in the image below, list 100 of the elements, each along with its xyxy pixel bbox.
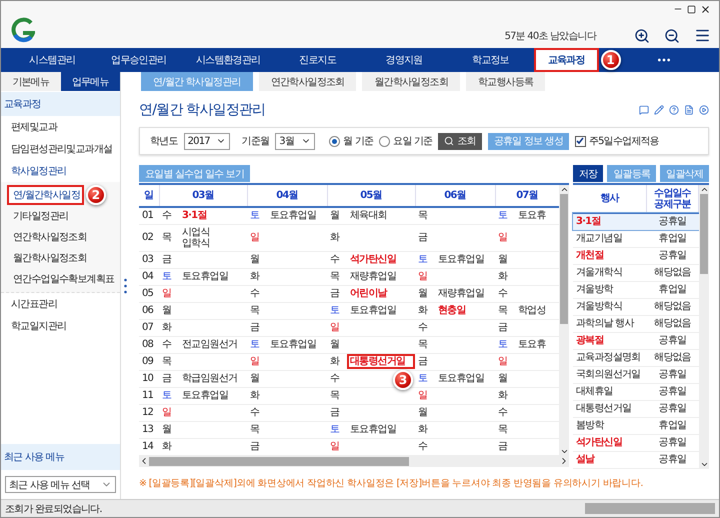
play-icon[interactable] — [699, 105, 709, 115]
content-tab[interactable]: 월간학사일정조회 — [362, 72, 460, 91]
event-cell[interactable]: 석가탄신일 — [347, 252, 415, 267]
scrollbar-thumb[interactable] — [700, 194, 708, 274]
nav-tab[interactable]: 교육과정 — [534, 48, 599, 72]
event-cell[interactable]: 학업성 — [515, 303, 559, 318]
scrollbar-thumb[interactable] — [560, 194, 568, 324]
weekday-cell: 수 — [415, 438, 435, 455]
scroll-up-icon[interactable] — [700, 185, 708, 194]
nav-tab[interactable]: 시스템환경관리 — [182, 48, 274, 72]
event-row[interactable]: 겨울방학식 해당없음 — [573, 298, 698, 315]
event-row[interactable]: 봄방학 휴업일 — [573, 417, 698, 434]
sidebar-subitem[interactable]: 기타일정관리 — [7, 206, 72, 226]
month-label: 기준월 — [242, 135, 270, 148]
comment-icon[interactable] — [639, 105, 649, 115]
event-row[interactable]: 광복절 공휴일 — [573, 332, 698, 349]
weekday-cell: 목 — [247, 302, 267, 319]
radio-button[interactable] — [379, 136, 390, 146]
weekday-cell: 토 — [247, 207, 267, 224]
pencil-icon[interactable] — [654, 105, 664, 115]
weekday-cell: 수 — [247, 404, 267, 421]
nav-tab[interactable]: 학교정보 — [458, 48, 523, 72]
event-cell[interactable]: 토요휴업일 — [179, 388, 247, 403]
scrollbar[interactable] — [559, 185, 569, 456]
event-cell[interactable]: 체육대회 — [347, 208, 415, 224]
event-name-cell: 겨울방학 — [573, 281, 646, 298]
weekday-cell: 수 — [327, 251, 347, 268]
scrollbar[interactable] — [585, 503, 715, 514]
close-icon[interactable] — [700, 4, 711, 14]
sidebar-tab[interactable]: 업무메뉴 — [60, 72, 120, 91]
month-select[interactable]: 3월 — [275, 132, 316, 150]
event-row[interactable]: 석가탄신일 공휴일 — [573, 434, 698, 451]
sidebar-item[interactable]: 학사일정관리 — [1, 160, 120, 182]
sidebar-item[interactable]: 학교일지관리 — [1, 315, 120, 337]
event-cell[interactable]: 시업식 입학식 — [179, 224, 247, 250]
sidebar-subitem[interactable]: 월간학사일정조회 — [7, 248, 91, 268]
sidebar-item[interactable]: 담임편성관리및교과개설 — [1, 138, 120, 160]
event-row[interactable]: 겨울개학식 해당없음 — [573, 264, 698, 281]
sidebar-subitem[interactable]: 연간수업일수확보계획표 — [7, 269, 118, 289]
event-cell[interactable]: 재량휴업일 — [435, 286, 495, 301]
nav-tab[interactable]: 경영지원 — [372, 48, 436, 72]
event-cell[interactable]: 토요휴업일 — [435, 252, 495, 267]
nav-tab[interactable]: 업무승인관리 — [97, 48, 180, 72]
nav-tab[interactable]: 시스템관리 — [15, 48, 90, 72]
sidebar-tab[interactable]: 기본메뉴 — [1, 72, 60, 91]
radio-button[interactable] — [329, 136, 340, 146]
weekday-cell: 목 — [159, 353, 179, 370]
weekday-cell: 목 — [159, 224, 179, 251]
document-icon[interactable] — [684, 105, 694, 115]
event-row[interactable]: 3·1절 공휴일 — [573, 213, 698, 230]
event-row[interactable]: 대통령선거일 공휴일 — [573, 400, 698, 417]
event-cell[interactable]: 현충일 — [435, 303, 495, 318]
scroll-up-icon[interactable] — [560, 185, 568, 194]
event-cell[interactable]: 토요휴업일 — [347, 303, 415, 318]
event-cell[interactable]: 토요휴업일 — [435, 371, 495, 386]
event-cell[interactable]: 3·1절 — [179, 208, 247, 224]
event-cell[interactable]: 토요휴 — [515, 337, 559, 352]
sidebar-subitem[interactable]: 연간학사일정조회 — [7, 227, 91, 247]
checkbox[interactable] — [574, 136, 586, 146]
sidebar-item[interactable]: 편제및교과 — [1, 116, 120, 138]
zoom-out-icon[interactable] — [664, 28, 680, 44]
sidebar-item[interactable]: 시간표관리 — [1, 293, 120, 315]
event-cell[interactable]: 대통령선거일 — [347, 354, 415, 369]
scrollbar-thumb[interactable] — [149, 456, 409, 466]
search-button[interactable]: 조회 — [438, 132, 482, 150]
help-icon[interactable] — [669, 105, 679, 115]
recent-menu-select[interactable]: 최근 사용 메뉴 선택 — [5, 476, 116, 493]
event-name-cell: 겨울방학식 — [573, 298, 646, 315]
event-name-cell: 겨울개학식 — [573, 264, 646, 281]
event-row[interactable]: 개천절 공휴일 — [573, 247, 698, 264]
event-row[interactable]: 개교기념일 휴업일 — [573, 230, 698, 247]
content-tab[interactable]: 학교행사등록 — [466, 72, 546, 91]
weekday-cell: 금 — [495, 438, 515, 455]
year-select[interactable]: 2017 — [184, 132, 230, 150]
menu-icon[interactable] — [694, 27, 711, 44]
event-cell[interactable]: 토요휴업일 — [267, 208, 327, 224]
event-cell[interactable]: 토요휴업일 — [267, 337, 327, 352]
splitter-handle-icon[interactable] — [124, 278, 126, 294]
sidebar-subitem[interactable]: 연/월간학사일정 — [7, 185, 84, 205]
event-row[interactable]: 설날 공휴일 — [573, 451, 698, 468]
content-tab[interactable]: 연간학사일정조회 — [258, 72, 356, 91]
maximize-icon[interactable] — [687, 4, 696, 14]
event-row[interactable]: 과학의날 행사 해당없음 — [573, 315, 698, 332]
event-row[interactable]: 겨울방학 휴업일 — [573, 281, 698, 298]
scrollbar[interactable] — [139, 456, 569, 466]
action-button[interactable]: 저장 — [572, 165, 604, 182]
event-cell[interactable]: 학급임원선거 — [179, 371, 247, 386]
scrollbar[interactable] — [699, 185, 709, 468]
zoom-in-icon[interactable] — [634, 28, 650, 44]
event-row[interactable]: 교육과정설명회 해당없음 — [573, 349, 698, 366]
event-cell[interactable]: 토요휴업일 — [179, 269, 247, 284]
event-cell[interactable]: 전교임원선거 — [179, 337, 247, 352]
event-cell[interactable]: 어린이날 — [347, 286, 415, 301]
event-cell[interactable]: 토요휴 — [515, 208, 559, 224]
event-row[interactable]: 국회의원선거일 공휴일 — [573, 366, 698, 383]
weekday-cell: 토 — [415, 251, 435, 268]
event-cell[interactable]: 재량휴업일 — [347, 269, 415, 284]
nav-tab[interactable]: 진로지도 — [285, 48, 350, 72]
event-cell[interactable]: 토요휴업일 — [347, 422, 415, 437]
event-row[interactable]: 대체휴일 공휴일 — [573, 383, 698, 400]
